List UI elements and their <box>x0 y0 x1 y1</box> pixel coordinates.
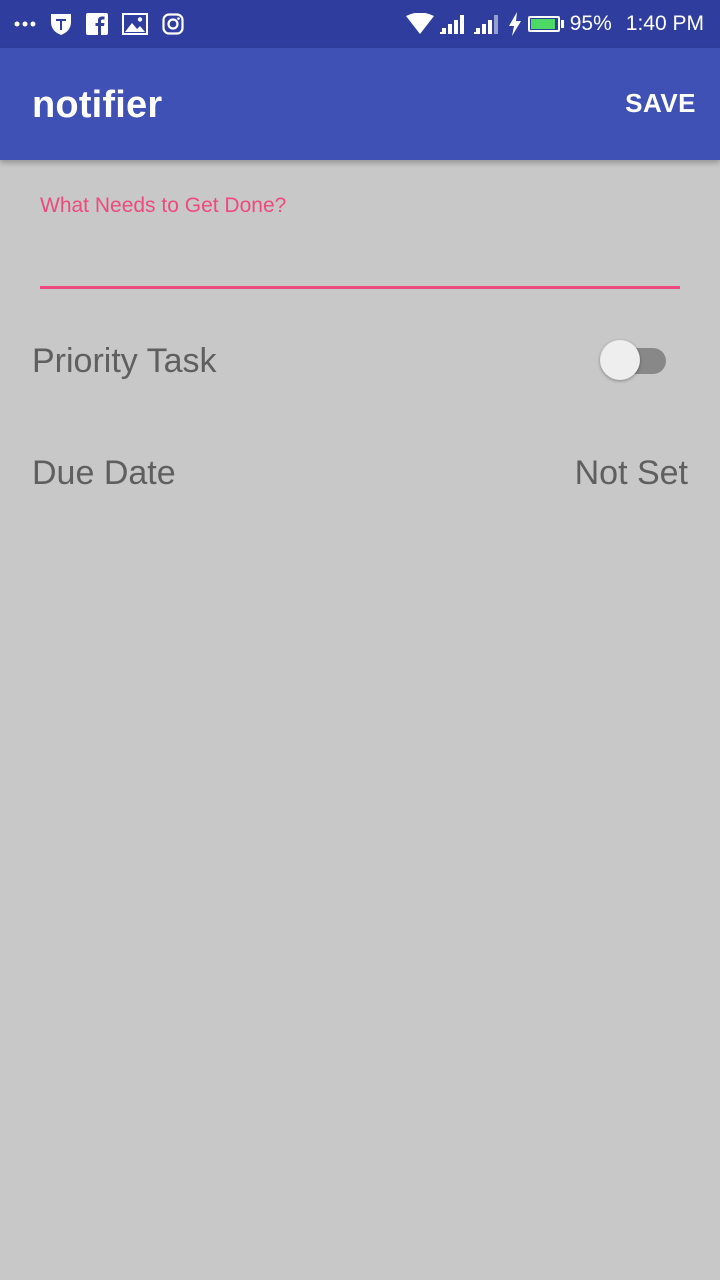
task-form: What Needs to Get Done? Priority Task Du… <box>0 160 720 1280</box>
charging-icon <box>508 0 522 48</box>
task-field-label: What Needs to Get Done? <box>40 194 287 217</box>
priority-task-label: Priority Task <box>32 342 217 380</box>
signal-icon <box>439 0 468 48</box>
task-input[interactable] <box>40 230 680 286</box>
app-title: notifier <box>32 84 163 126</box>
app-bar: notifier SAVE <box>0 48 720 160</box>
task-input-underline <box>40 286 680 289</box>
battery-percent: 95% <box>569 12 612 35</box>
gallery-icon <box>122 0 148 48</box>
priority-toggle-thumb <box>600 340 640 380</box>
battery-level <box>530 19 556 29</box>
status-bar-notifications <box>14 0 184 48</box>
facebook-icon <box>86 0 108 48</box>
due-date-value[interactable]: Not Set <box>575 454 688 493</box>
wifi-icon <box>405 0 434 48</box>
more-dots-icon <box>14 0 36 48</box>
clock: 1:40 PM <box>625 12 704 35</box>
due-date-label: Due Date <box>32 454 176 492</box>
status-bar: 95% 1:40 PM <box>0 0 720 48</box>
status-bar-system: 95% 1:40 PM <box>405 0 704 48</box>
save-button[interactable]: SAVE <box>625 88 696 119</box>
battery-icon <box>527 16 564 32</box>
priority-toggle[interactable] <box>600 340 668 380</box>
shield-app-icon <box>50 0 72 48</box>
signal-icon <box>473 0 502 48</box>
instagram-icon <box>162 0 184 48</box>
